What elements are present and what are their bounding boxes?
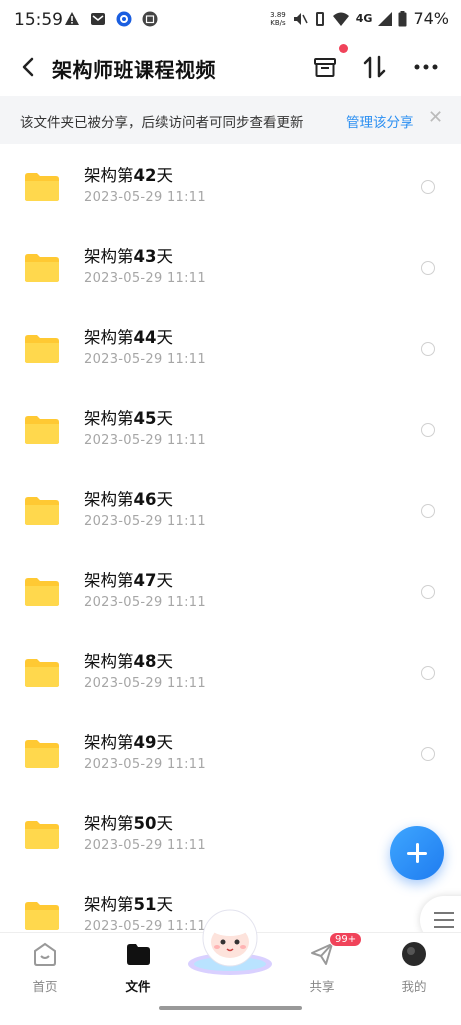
select-radio[interactable] [421, 585, 435, 599]
file-date: 2023-05-29 11:11 [84, 190, 206, 205]
notification-dot [339, 44, 348, 53]
calendar-icon [142, 11, 158, 27]
file-name: 架构第51天 [84, 895, 173, 914]
folder-icon [25, 416, 59, 444]
archive-icon[interactable] [310, 52, 340, 82]
signal-icon [378, 11, 393, 26]
list-item[interactable]: 架构第45天 2023-05-29 11:11 [0, 389, 461, 470]
status-right: 3.89 KB/s 4G 74% [270, 9, 449, 28]
list-item[interactable]: 架构第44天 2023-05-29 11:11 [0, 308, 461, 389]
home-indicator [159, 1006, 302, 1010]
add-button[interactable] [390, 826, 444, 880]
file-name: 架构第46天 [84, 490, 173, 509]
file-name: 架构第42天 [84, 166, 173, 185]
folder-icon [25, 497, 59, 525]
file-date: 2023-05-29 11:11 [84, 676, 206, 691]
folder-icon [25, 335, 59, 363]
select-radio[interactable] [421, 261, 435, 275]
file-name: 架构第50天 [84, 814, 173, 833]
list-item[interactable]: 架构第46天 2023-05-29 11:11 [0, 470, 461, 551]
file-name: 架构第45天 [84, 409, 173, 428]
banner-message: 该文件夹已被分享，后续访问者可同步查看更新 [20, 115, 304, 131]
app-icon [116, 11, 132, 27]
file-date: 2023-05-29 11:11 [84, 757, 206, 772]
list-item[interactable]: 架构第43天 2023-05-29 11:11 [0, 227, 461, 308]
file-date: 2023-05-29 11:11 [84, 595, 206, 610]
share-banner: 该文件夹已被分享，后续访问者可同步查看更新 管理该分享 ✕ [0, 96, 461, 144]
file-date: 2023-05-29 11:11 [84, 352, 206, 367]
file-name: 架构第44天 [84, 328, 173, 347]
sort-icon[interactable] [360, 52, 390, 82]
select-radio[interactable] [421, 423, 435, 437]
file-name: 架构第49天 [84, 733, 173, 752]
more-icon[interactable] [411, 52, 441, 82]
page-title: 架构师班课程视频 [52, 58, 216, 82]
battery-percent: 74% [413, 9, 449, 28]
vibrate-icon [315, 11, 324, 26]
file-name: 架构第43天 [84, 247, 173, 266]
folder-icon [25, 578, 59, 606]
battery-icon [398, 10, 407, 26]
manage-share-link[interactable]: 管理该分享 [346, 111, 414, 131]
list-item[interactable]: 架构第48天 2023-05-29 11:11 [0, 632, 461, 713]
select-radio[interactable] [421, 666, 435, 680]
files-icon [127, 944, 150, 965]
select-radio[interactable] [421, 747, 435, 761]
close-icon[interactable]: ✕ [428, 107, 443, 128]
home-icon [34, 942, 56, 966]
file-name: 架构第48天 [84, 652, 173, 671]
folder-icon [25, 902, 59, 930]
back-arrow-icon[interactable] [16, 54, 42, 80]
select-radio[interactable] [421, 180, 435, 194]
file-date: 2023-05-29 11:11 [84, 433, 206, 448]
folder-icon [25, 740, 59, 768]
file-date: 2023-05-29 11:11 [84, 271, 206, 286]
list-item[interactable]: 架构第49天 2023-05-29 11:11 [0, 713, 461, 794]
share-badge: 99+ [329, 932, 363, 947]
nav-me[interactable]: 我的 [384, 941, 444, 995]
notification-icons [64, 11, 158, 27]
nav-files[interactable]: 文件 [108, 941, 168, 995]
select-radio[interactable] [421, 342, 435, 356]
net-speed: 3.89 KB/s [270, 10, 286, 27]
mute-icon [293, 12, 308, 25]
file-date: 2023-05-29 11:11 [84, 514, 206, 529]
warning-icon [65, 12, 79, 25]
file-name: 架构第47天 [84, 571, 173, 590]
status-time: 15:59 [14, 10, 63, 30]
folder-icon [25, 173, 59, 201]
list-item[interactable]: 架构第47天 2023-05-29 11:11 [0, 551, 461, 632]
nav-share[interactable]: 共享 [292, 941, 352, 995]
folder-icon [25, 821, 59, 849]
folder-icon [25, 254, 59, 282]
status-bar: 15:59 3.89 KB/s 4G 74% [0, 0, 461, 42]
title-bar: 架构师班课程视频 [0, 42, 461, 94]
nav-home[interactable]: 首页 [15, 941, 75, 995]
mail-icon [91, 13, 105, 25]
mascot-icon[interactable] [186, 906, 274, 976]
avatar [402, 942, 426, 966]
network-type: 4G [355, 12, 373, 25]
wifi-icon [332, 12, 349, 26]
file-date: 2023-05-29 11:11 [84, 838, 206, 853]
folder-icon [25, 659, 59, 687]
list-item[interactable]: 架构第42天 2023-05-29 11:11 [0, 146, 461, 227]
select-radio[interactable] [421, 504, 435, 518]
